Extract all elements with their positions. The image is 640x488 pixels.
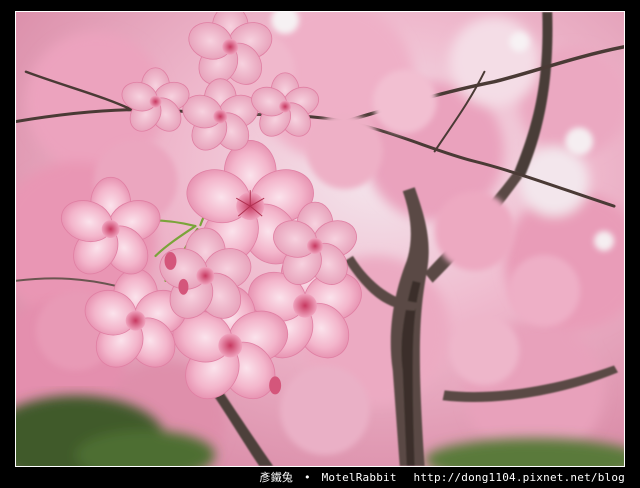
watermark-separator: • [303, 471, 311, 484]
watermark-url: http://dong1104.pixnet.net/blog [413, 471, 625, 484]
watermark-author: 彥鐵兔 [259, 471, 294, 484]
watermark-brand: MotelRabbit [321, 471, 397, 484]
cherry-blossom-photo [16, 12, 624, 466]
watermark: 彥鐵兔 • MotelRabbit http://dong1104.pixnet… [0, 469, 625, 487]
photo [15, 11, 625, 467]
